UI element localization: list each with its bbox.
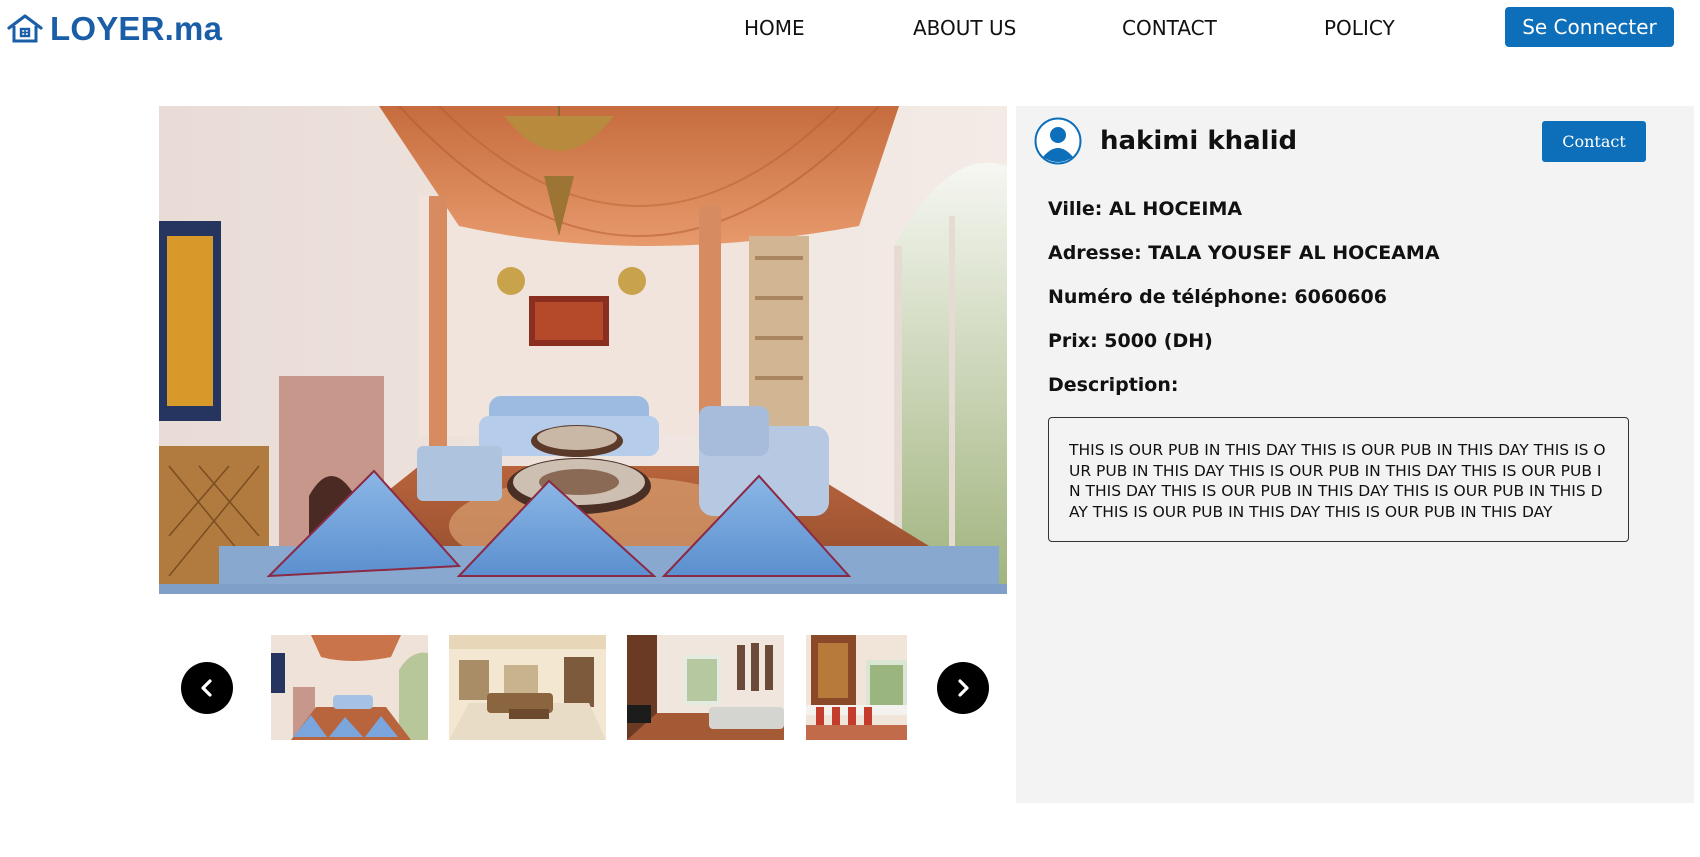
- login-button[interactable]: Se Connecter: [1505, 7, 1674, 47]
- phone-field: Numéro de téléphone: 6060606: [1048, 286, 1387, 308]
- main-property-photo: [159, 106, 1007, 594]
- description-text: THIS IS OUR PUB IN THIS DAY THIS IS OUR …: [1069, 441, 1606, 521]
- nav-about-us[interactable]: ABOUT US: [913, 16, 1016, 40]
- nav-contact[interactable]: CONTACT: [1122, 16, 1217, 40]
- thumbnail-3[interactable]: [627, 635, 784, 740]
- nav-policy[interactable]: POLICY: [1324, 16, 1395, 40]
- site-logo[interactable]: LOYER.ma: [6, 10, 222, 48]
- thumbnail-1[interactable]: [271, 635, 428, 740]
- logo-text: LOYER.ma: [50, 10, 223, 47]
- chevron-left-icon: [201, 679, 212, 697]
- description-box: THIS IS OUR PUB IN THIS DAY THIS IS OUR …: [1048, 417, 1629, 542]
- thumbnail-2[interactable]: [449, 635, 606, 740]
- top-navbar: LOYER.ma HOME ABOUT US CONTACT POLICY Se…: [0, 0, 1700, 60]
- carousel-next-button[interactable]: [937, 662, 989, 714]
- owner-name: hakimi khalid: [1100, 126, 1298, 156]
- description-label: Description:: [1048, 374, 1179, 396]
- thumbnail-4[interactable]: [806, 635, 907, 740]
- house-icon: [7, 14, 43, 43]
- city-field: Ville: AL HOCEIMA: [1048, 198, 1243, 220]
- contact-owner-button[interactable]: Contact: [1542, 121, 1646, 162]
- carousel-prev-button[interactable]: [181, 662, 233, 714]
- address-field: Adresse: TALA YOUSEF AL HOCEAMA: [1048, 242, 1440, 264]
- price-field: Prix: 5000 (DH): [1048, 330, 1213, 352]
- chevron-right-icon: [958, 679, 969, 697]
- nav-home[interactable]: HOME: [744, 16, 805, 40]
- user-avatar-icon: [1034, 117, 1082, 165]
